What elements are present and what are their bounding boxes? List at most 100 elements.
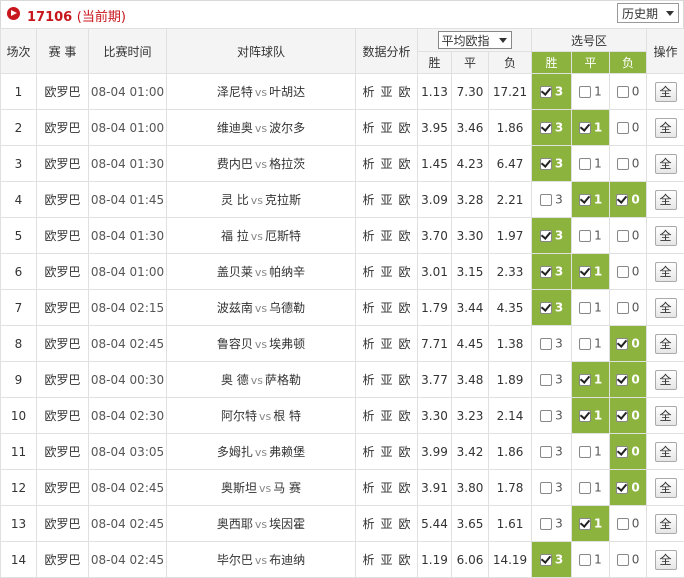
home-team-link[interactable]: 盖贝莱 xyxy=(217,265,253,279)
sel-win-checkbox[interactable]: 3 xyxy=(532,182,572,218)
sel-lose-checkbox[interactable]: 0 xyxy=(610,74,647,110)
home-team-link[interactable]: 奥斯坦 xyxy=(221,481,257,495)
sel-lose-checkbox[interactable]: 0 xyxy=(610,254,647,290)
home-team-link[interactable]: 毕尔巴 xyxy=(217,553,253,567)
checkbox-icon[interactable] xyxy=(617,86,629,98)
sel-draw-checkbox[interactable]: 1 xyxy=(572,470,610,506)
sel-lose-checkbox[interactable]: 0 xyxy=(610,506,647,542)
analysis-link-xi[interactable]: 析 xyxy=(362,481,374,495)
checkbox-icon[interactable] xyxy=(540,86,552,98)
away-team-link[interactable]: 根 特 xyxy=(273,409,301,423)
checkbox-icon[interactable] xyxy=(540,554,552,566)
home-team-link[interactable]: 奥 德 xyxy=(221,373,249,387)
home-team-link[interactable]: 福 拉 xyxy=(221,229,249,243)
select-all-button[interactable]: 全 xyxy=(655,334,677,354)
analysis-link-ya[interactable]: 亚 xyxy=(380,85,392,99)
checkbox-icon[interactable] xyxy=(616,194,628,206)
sel-lose-checkbox[interactable]: 0 xyxy=(610,542,647,578)
checkbox-icon[interactable] xyxy=(579,338,591,350)
sel-win-checkbox[interactable]: 3 xyxy=(532,110,572,146)
sel-win-checkbox[interactable]: 3 xyxy=(532,146,572,182)
away-team-link[interactable]: 萨格勒 xyxy=(265,373,301,387)
analysis-link-xi[interactable]: 析 xyxy=(362,517,374,531)
analysis-link-ya[interactable]: 亚 xyxy=(380,409,392,423)
away-team-link[interactable]: 埃因霍 xyxy=(269,517,305,531)
sel-win-checkbox[interactable]: 3 xyxy=(532,290,572,326)
home-team-link[interactable]: 奥西耶 xyxy=(217,517,253,531)
analysis-link-xi[interactable]: 析 xyxy=(362,157,374,171)
sel-draw-checkbox[interactable]: 1 xyxy=(572,110,610,146)
checkbox-icon[interactable] xyxy=(579,158,591,170)
checkbox-icon[interactable] xyxy=(540,302,552,314)
analysis-link-xi[interactable]: 析 xyxy=(362,85,374,99)
checkbox-icon[interactable] xyxy=(617,230,629,242)
checkbox-icon[interactable] xyxy=(540,482,552,494)
analysis-link-ya[interactable]: 亚 xyxy=(380,445,392,459)
sel-draw-checkbox[interactable]: 1 xyxy=(572,218,610,254)
sel-win-checkbox[interactable]: 3 xyxy=(532,218,572,254)
analysis-link-ou[interactable]: 欧 xyxy=(399,373,411,387)
sel-win-checkbox[interactable]: 3 xyxy=(532,254,572,290)
analysis-link-ou[interactable]: 欧 xyxy=(399,121,411,135)
away-team-link[interactable]: 叶胡达 xyxy=(269,85,305,99)
analysis-link-ou[interactable]: 欧 xyxy=(399,337,411,351)
home-team-link[interactable]: 波兹南 xyxy=(217,301,253,315)
sel-lose-checkbox[interactable]: 0 xyxy=(610,182,647,218)
away-team-link[interactable]: 布迪纳 xyxy=(269,553,305,567)
sel-lose-checkbox[interactable]: 0 xyxy=(610,290,647,326)
history-period-select[interactable]: 历史期 xyxy=(617,3,679,23)
sel-draw-checkbox[interactable]: 1 xyxy=(572,434,610,470)
checkbox-icon[interactable] xyxy=(579,374,591,386)
analysis-link-ou[interactable]: 欧 xyxy=(399,157,411,171)
sel-lose-checkbox[interactable]: 0 xyxy=(610,218,647,254)
select-all-button[interactable]: 全 xyxy=(655,370,677,390)
checkbox-icon[interactable] xyxy=(579,482,591,494)
checkbox-icon[interactable] xyxy=(579,230,591,242)
select-all-button[interactable]: 全 xyxy=(655,298,677,318)
checkbox-icon[interactable] xyxy=(616,410,628,422)
checkbox-icon[interactable] xyxy=(617,518,629,530)
sel-draw-checkbox[interactable]: 1 xyxy=(572,398,610,434)
checkbox-icon[interactable] xyxy=(540,122,552,134)
analysis-link-ya[interactable]: 亚 xyxy=(380,337,392,351)
checkbox-icon[interactable] xyxy=(540,194,552,206)
home-team-link[interactable]: 多姆扎 xyxy=(217,445,253,459)
home-team-link[interactable]: 费内巴 xyxy=(217,157,253,171)
analysis-link-ya[interactable]: 亚 xyxy=(380,553,392,567)
checkbox-icon[interactable] xyxy=(617,554,629,566)
analysis-link-ya[interactable]: 亚 xyxy=(380,481,392,495)
sel-lose-checkbox[interactable]: 0 xyxy=(610,470,647,506)
sel-draw-checkbox[interactable]: 1 xyxy=(572,182,610,218)
sel-lose-checkbox[interactable]: 0 xyxy=(610,146,647,182)
checkbox-icon[interactable] xyxy=(540,230,552,242)
analysis-link-ya[interactable]: 亚 xyxy=(380,517,392,531)
analysis-link-ya[interactable]: 亚 xyxy=(380,193,392,207)
analysis-link-ya[interactable]: 亚 xyxy=(380,157,392,171)
sel-draw-checkbox[interactable]: 1 xyxy=(572,290,610,326)
analysis-link-ou[interactable]: 欧 xyxy=(399,445,411,459)
away-team-link[interactable]: 马 赛 xyxy=(273,481,301,495)
sel-draw-checkbox[interactable]: 1 xyxy=(572,542,610,578)
analysis-link-xi[interactable]: 析 xyxy=(362,121,374,135)
sel-lose-checkbox[interactable]: 0 xyxy=(610,398,647,434)
select-all-button[interactable]: 全 xyxy=(655,190,677,210)
checkbox-icon[interactable] xyxy=(540,374,552,386)
analysis-link-ya[interactable]: 亚 xyxy=(380,373,392,387)
checkbox-icon[interactable] xyxy=(579,518,591,530)
sel-draw-checkbox[interactable]: 1 xyxy=(572,74,610,110)
checkbox-icon[interactable] xyxy=(617,122,629,134)
sel-win-checkbox[interactable]: 3 xyxy=(532,470,572,506)
sel-draw-checkbox[interactable]: 1 xyxy=(572,146,610,182)
select-all-button[interactable]: 全 xyxy=(655,154,677,174)
select-all-button[interactable]: 全 xyxy=(655,406,677,426)
checkbox-icon[interactable] xyxy=(617,158,629,170)
away-team-link[interactable]: 克拉斯 xyxy=(265,193,301,207)
checkbox-icon[interactable] xyxy=(579,446,591,458)
analysis-link-ou[interactable]: 欧 xyxy=(399,229,411,243)
checkbox-icon[interactable] xyxy=(540,266,552,278)
sel-draw-checkbox[interactable]: 1 xyxy=(572,506,610,542)
sel-win-checkbox[interactable]: 3 xyxy=(532,362,572,398)
away-team-link[interactable]: 弗赖堡 xyxy=(269,445,305,459)
sel-win-checkbox[interactable]: 3 xyxy=(532,506,572,542)
analysis-link-xi[interactable]: 析 xyxy=(362,229,374,243)
